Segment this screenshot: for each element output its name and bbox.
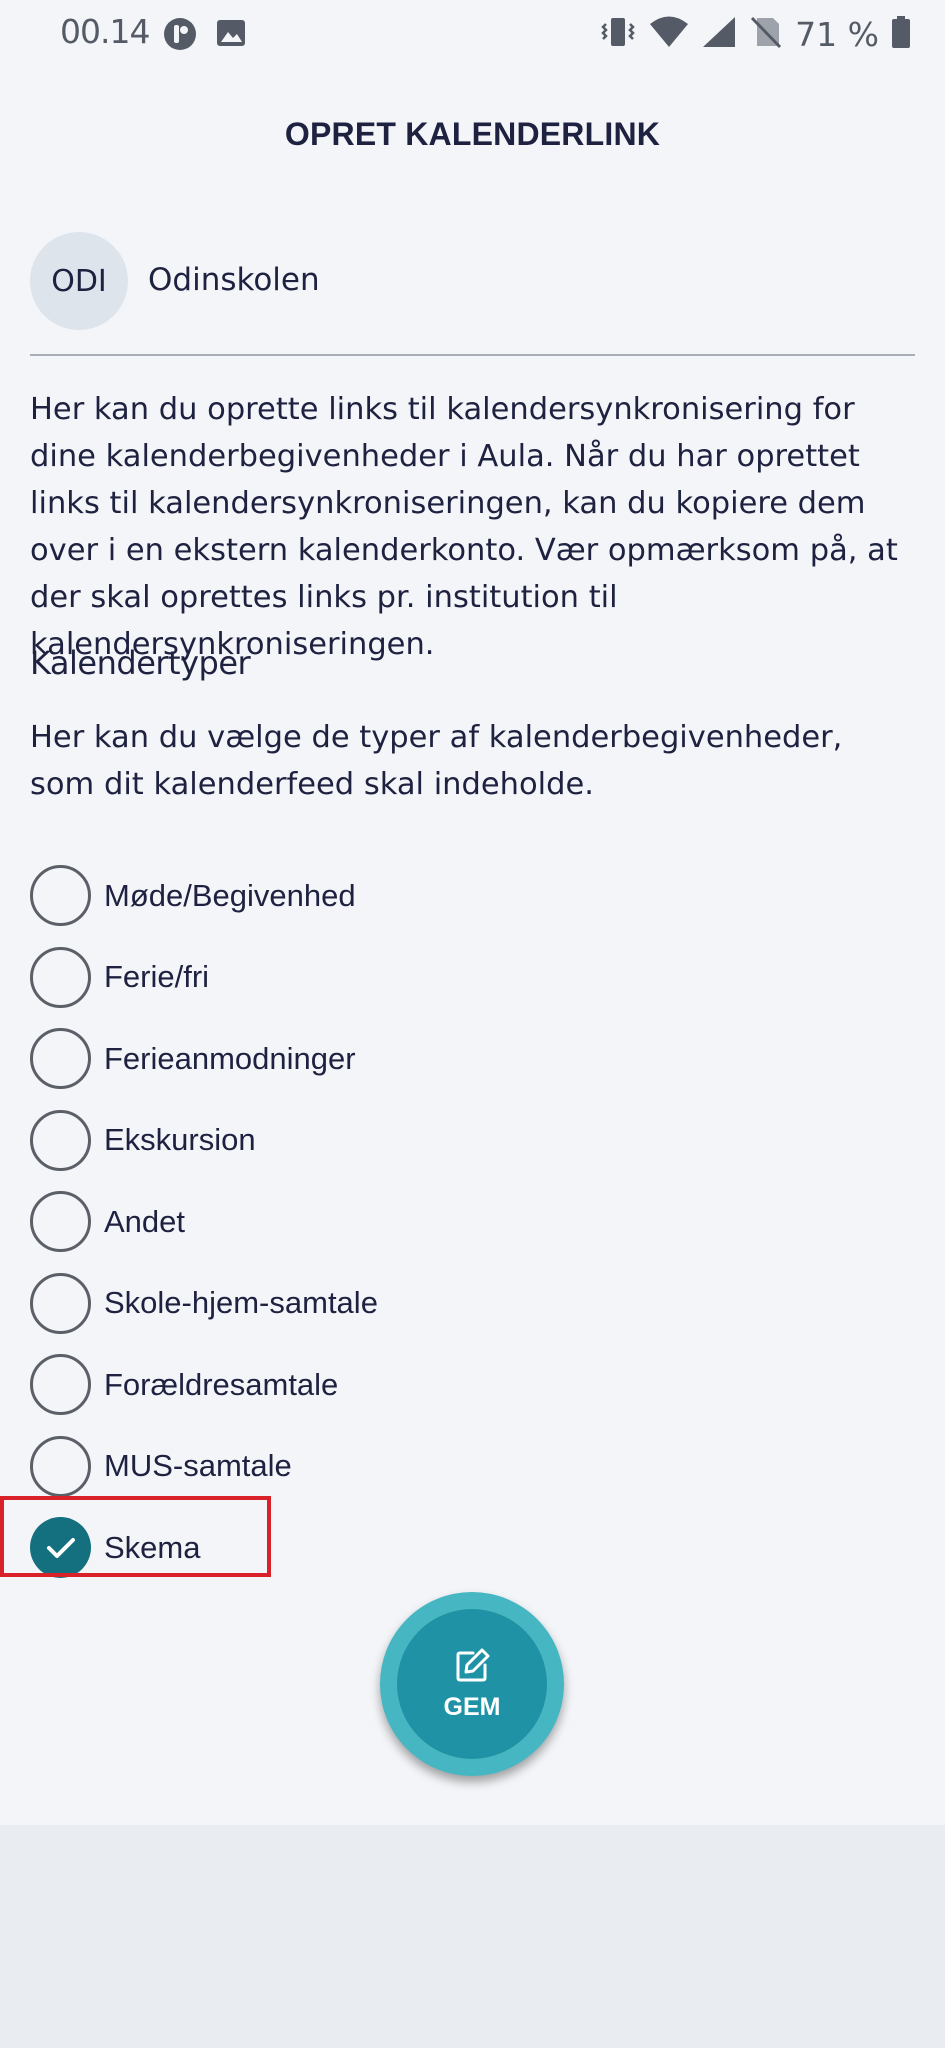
- bottom-area: [0, 1825, 945, 2048]
- calendar-type-option[interactable]: Forældresamtale: [30, 1344, 915, 1426]
- intro-text: Her kan du oprette links til kalendersyn…: [30, 392, 898, 662]
- institution-name: Odinskolen: [148, 262, 320, 298]
- selection-highlight: [0, 1496, 271, 1577]
- battery-percent: 71 %: [795, 14, 879, 54]
- radio-button[interactable]: [30, 946, 91, 1008]
- status-bar: 00.14 71 %: [0, 0, 945, 70]
- page-title: OPRET KALENDERLINK: [284, 116, 661, 152]
- option-label: Møde/Begivenhed: [104, 877, 356, 913]
- radio-button[interactable]: [30, 1354, 91, 1416]
- app-notification-icon: [163, 17, 197, 55]
- calendar-link-screen: 00.14 71 % OPRET KALENDERLINK ODI Odinsk…: [0, 0, 945, 2048]
- calendar-type-option[interactable]: Møde/Begivenhed: [30, 855, 915, 937]
- option-label: Ferie/fri: [104, 959, 210, 995]
- calendar-types-title: Kalendertyper: [30, 644, 251, 682]
- status-icons: 71 %: [599, 12, 911, 56]
- calendar-type-option[interactable]: Ekskursion: [30, 1100, 915, 1182]
- calendar-type-option[interactable]: Andet: [30, 1181, 915, 1263]
- option-label: Ekskursion: [104, 1122, 256, 1158]
- calendar-type-option[interactable]: MUS-samtale: [30, 1426, 915, 1508]
- vibrate-icon: [599, 15, 637, 53]
- option-label: Ferieanmodninger: [104, 1040, 356, 1076]
- radio-button[interactable]: [30, 1191, 91, 1253]
- status-time: 00.14: [60, 12, 150, 51]
- radio-button[interactable]: [30, 1272, 91, 1334]
- option-label: Forældresamtale: [104, 1366, 339, 1402]
- no-sim-icon: [749, 15, 783, 53]
- option-label: Andet: [104, 1203, 186, 1239]
- signal-icon: [701, 15, 737, 53]
- option-label: Skole-hjem-samtale: [104, 1285, 378, 1321]
- wifi-icon: [649, 15, 689, 53]
- institution-avatar: ODI: [30, 232, 128, 330]
- save-button[interactable]: GEM: [380, 1592, 564, 1776]
- institution-initials: ODI: [51, 263, 107, 299]
- battery-icon: [891, 15, 911, 53]
- calendar-type-option[interactable]: Ferieanmodninger: [30, 1018, 915, 1100]
- save-button-label: GEM: [443, 1692, 501, 1721]
- calendar-types-description: Her kan du vælge de typer af kalenderbeg…: [30, 720, 843, 802]
- save-button-inner: GEM: [397, 1609, 547, 1759]
- divider: [30, 354, 915, 356]
- radio-button[interactable]: [30, 1109, 91, 1171]
- radio-button[interactable]: [30, 865, 91, 927]
- calendar-type-option[interactable]: Ferie/fri: [30, 937, 915, 1019]
- edit-icon: [456, 1648, 490, 1681]
- image-notification-icon: [215, 17, 247, 53]
- calendar-type-list: Møde/Begivenhed Ferie/fri Ferieanmodning…: [0, 855, 915, 1589]
- radio-button[interactable]: [30, 1028, 91, 1090]
- radio-button[interactable]: [30, 1435, 91, 1497]
- option-label: MUS-samtale: [104, 1448, 292, 1484]
- calendar-type-option[interactable]: Skole-hjem-samtale: [30, 1263, 915, 1345]
